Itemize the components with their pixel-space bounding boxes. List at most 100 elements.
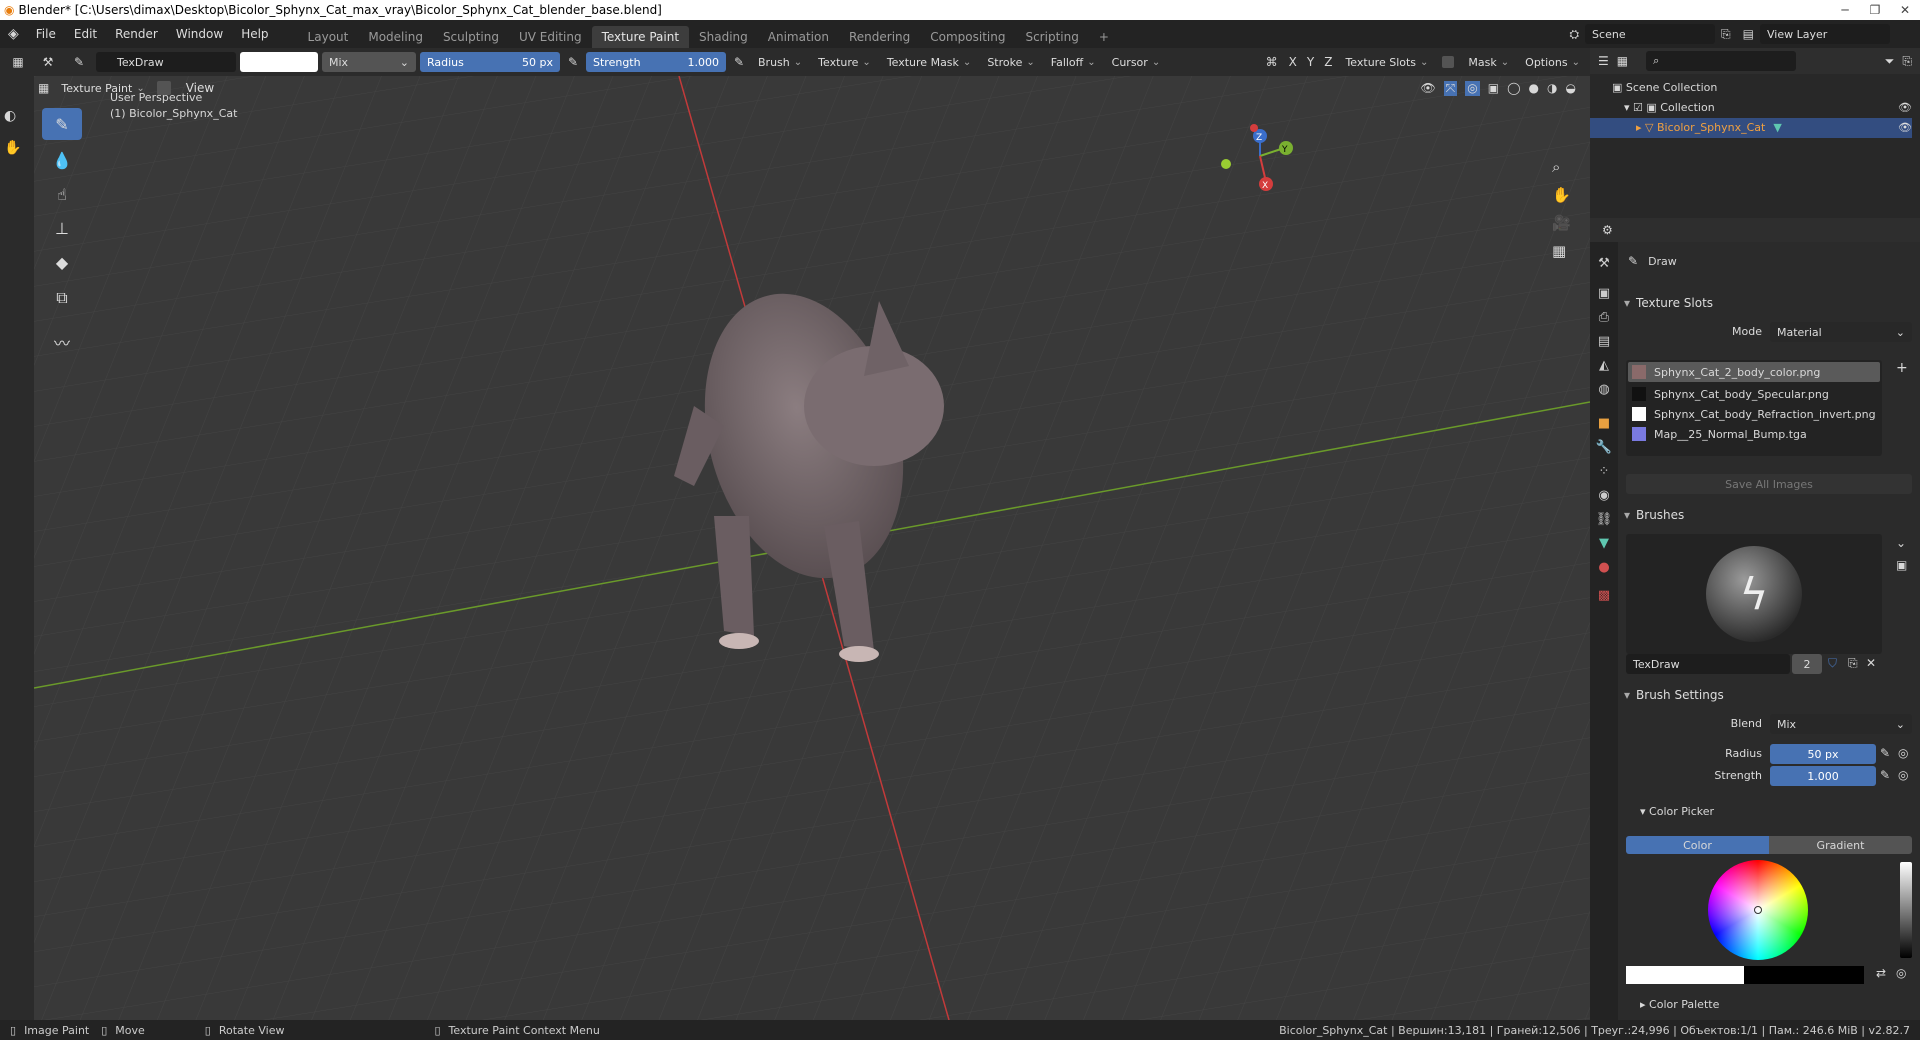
new-scene-icon[interactable]: ⎘ — [1715, 27, 1737, 42]
mask-tool-button[interactable]: ⧉ — [42, 282, 82, 314]
texture-slot-item[interactable]: Sphynx_Cat_body_Specular.png — [1626, 384, 1882, 404]
brush-settings-panel-header[interactable]: Brush Settings — [1624, 683, 1914, 707]
brush-color-swatch[interactable] — [240, 52, 318, 72]
scene-selector[interactable]: Scene — [1585, 24, 1716, 44]
blend-select[interactable]: Mix ⌄ — [1770, 714, 1912, 734]
radius-field[interactable]: Radius 50 px — [420, 52, 560, 72]
axis-z-toggle[interactable]: Z — [1321, 55, 1335, 69]
menu-edit[interactable]: Edit — [65, 27, 106, 41]
physics-tab-icon[interactable]: ◉ — [1594, 488, 1614, 508]
overlays-icon[interactable]: ◎ — [1465, 80, 1480, 96]
mode-select[interactable]: Material ⌄ — [1770, 322, 1912, 342]
new-collection-icon[interactable]: ⎘ — [1902, 54, 1912, 69]
texture-slot-item[interactable]: Map__25_Normal_Bump.tga — [1626, 424, 1882, 444]
view-layer-icon[interactable]: ▤ — [1737, 27, 1760, 41]
particles-tab-icon[interactable]: ⁘ — [1594, 464, 1614, 484]
outliner-editor-icon[interactable]: ☰ — [1598, 54, 1609, 68]
display-mode-icon[interactable]: ▦ — [1617, 54, 1628, 68]
texture-slot-item[interactable]: Sphynx_Cat_body_Refraction_invert.png — [1626, 404, 1882, 424]
save-all-images-button[interactable]: Save All Images — [1626, 474, 1912, 494]
menu-window[interactable]: Window — [167, 27, 232, 41]
view-layer-selector[interactable]: View Layer — [1760, 24, 1890, 44]
visibility-icon[interactable]: 👁 — [1420, 81, 1435, 96]
smear-tool-button[interactable]: ☝ — [42, 178, 82, 210]
tool-settings-icon[interactable]: ⚒ — [34, 55, 62, 69]
xray-icon[interactable]: ▣ — [1488, 81, 1499, 96]
radius-field[interactable]: 50 px — [1770, 744, 1876, 764]
tool-tab-icon[interactable]: ⚒ — [1594, 256, 1614, 276]
strength-unit-icon[interactable]: ◎ — [1898, 768, 1908, 782]
color-palette-subpanel-header[interactable]: ▸ Color Palette — [1640, 998, 1719, 1011]
brush-preview[interactable]: ϟ — [1626, 534, 1882, 654]
color-wheel-cursor[interactable] — [1754, 906, 1762, 914]
eye-icon[interactable]: 👁 — [1898, 118, 1912, 138]
zoom-icon[interactable]: ⌕ — [1552, 158, 1571, 176]
strength-pressure-icon[interactable]: ✎ — [1880, 768, 1890, 782]
gradient-tab[interactable]: Gradient — [1769, 836, 1912, 854]
options-menu[interactable]: Options — [1519, 52, 1586, 72]
pan-icon[interactable]: ✋ — [1552, 186, 1571, 204]
camera-icon[interactable]: 🎥 — [1552, 214, 1571, 232]
material-tab-icon[interactable]: ● — [1594, 560, 1614, 580]
menu-help[interactable]: Help — [232, 27, 277, 41]
radius-pressure-icon[interactable]: ✎ — [564, 55, 582, 69]
outliner-search-input[interactable]: ⌕ — [1646, 51, 1797, 71]
close-button[interactable]: ✕ — [1890, 3, 1920, 17]
color-swatch-field[interactable] — [1626, 966, 1864, 984]
menu-render[interactable]: Render — [106, 27, 167, 41]
value-slider[interactable] — [1900, 862, 1912, 958]
tab-sculpting[interactable]: Sculpting — [433, 26, 509, 48]
tab-scripting[interactable]: Scripting — [1015, 26, 1088, 48]
menu-cursor[interactable]: Cursor — [1106, 52, 1167, 72]
view-layer-tab-icon[interactable]: ▤ — [1594, 334, 1614, 354]
3d-viewport[interactable]: Z Y X ▦ Texture Paint View 👁 ⤧ ◎ ▣ ◯ ● ◑… — [34, 76, 1590, 1020]
color-picker-subpanel-header[interactable]: ▾ Color Picker — [1640, 805, 1714, 818]
constraints-tab-icon[interactable]: ⛓ — [1594, 512, 1614, 532]
color-tab[interactable]: Color — [1626, 836, 1769, 854]
brush-image-icon[interactable]: ▣ — [1896, 558, 1907, 572]
add-workspace-icon[interactable]: + — [1089, 26, 1119, 48]
mask-checkbox[interactable] — [1442, 56, 1455, 68]
minimize-button[interactable]: ─ — [1830, 3, 1860, 17]
strength-field[interactable]: 1.000 — [1770, 766, 1876, 786]
unlink-brush-icon[interactable]: ✕ — [1866, 656, 1876, 670]
menu-brush[interactable]: Brush — [752, 52, 808, 72]
ortho-toggle-icon[interactable]: ▦ — [1552, 242, 1571, 260]
add-slot-icon[interactable]: + — [1896, 360, 1908, 376]
properties-editor-icon[interactable]: ⚙ — [1602, 223, 1613, 237]
axis-y-toggle[interactable]: Y — [1304, 55, 1317, 69]
maximize-button[interactable]: ❐ — [1860, 3, 1890, 17]
menu-texture-mask[interactable]: Texture Mask — [881, 52, 978, 72]
scene-icon[interactable]: ⛭ — [1563, 27, 1585, 42]
menu-falloff[interactable]: Falloff — [1045, 52, 1102, 72]
rendered-shading-icon[interactable]: ◒ — [1566, 81, 1576, 96]
color-unified-icon[interactable]: ◎ — [1896, 966, 1906, 980]
brushes-panel-header[interactable]: Brushes — [1624, 503, 1914, 527]
solid-shading-icon[interactable]: ● — [1529, 81, 1539, 96]
annotate-tool-button[interactable]: 〰 — [42, 326, 82, 358]
soften-tool-button[interactable]: 💧 — [42, 144, 82, 176]
clone-tool-button[interactable]: ⊥ — [42, 212, 82, 244]
tab-uv-editing[interactable]: UV Editing — [509, 26, 592, 48]
nav-orbit-icon[interactable]: ◐ — [4, 108, 16, 124]
fake-user-icon[interactable]: ⛉ — [1828, 656, 1837, 671]
nav-pan-icon[interactable]: ✋ — [4, 140, 21, 156]
tree-row-collection[interactable]: ▾ ☑ ▣ Collection 👁 — [1612, 98, 1912, 118]
material-shading-icon[interactable]: ◑ — [1547, 81, 1557, 96]
render-tab-icon[interactable]: ▣ — [1594, 286, 1614, 306]
radius-unit-icon[interactable]: ◎ — [1898, 746, 1908, 760]
blend-mode-select[interactable]: Mix ⌄ — [322, 52, 416, 72]
brush-name-field[interactable]: TexDraw — [96, 52, 236, 72]
viewport-editor-icon[interactable]: ▦ — [38, 81, 49, 95]
texture-slots-menu[interactable]: Texture Slots — [1339, 52, 1434, 72]
modifier-tab-icon[interactable]: 🔧 — [1594, 440, 1614, 460]
wireframe-shading-icon[interactable]: ◯ — [1507, 81, 1520, 96]
world-tab-icon[interactable]: ◍ — [1594, 382, 1614, 402]
radius-pressure-icon[interactable]: ✎ — [1880, 746, 1890, 760]
tab-animation[interactable]: Animation — [758, 26, 839, 48]
scene-tab-icon[interactable]: ◭ — [1594, 358, 1614, 378]
fill-tool-button[interactable]: ◆ — [42, 246, 82, 278]
strength-field[interactable]: Strength 1.000 — [586, 52, 726, 72]
strength-pressure-icon[interactable]: ✎ — [730, 55, 748, 69]
menu-texture[interactable]: Texture — [812, 52, 877, 72]
